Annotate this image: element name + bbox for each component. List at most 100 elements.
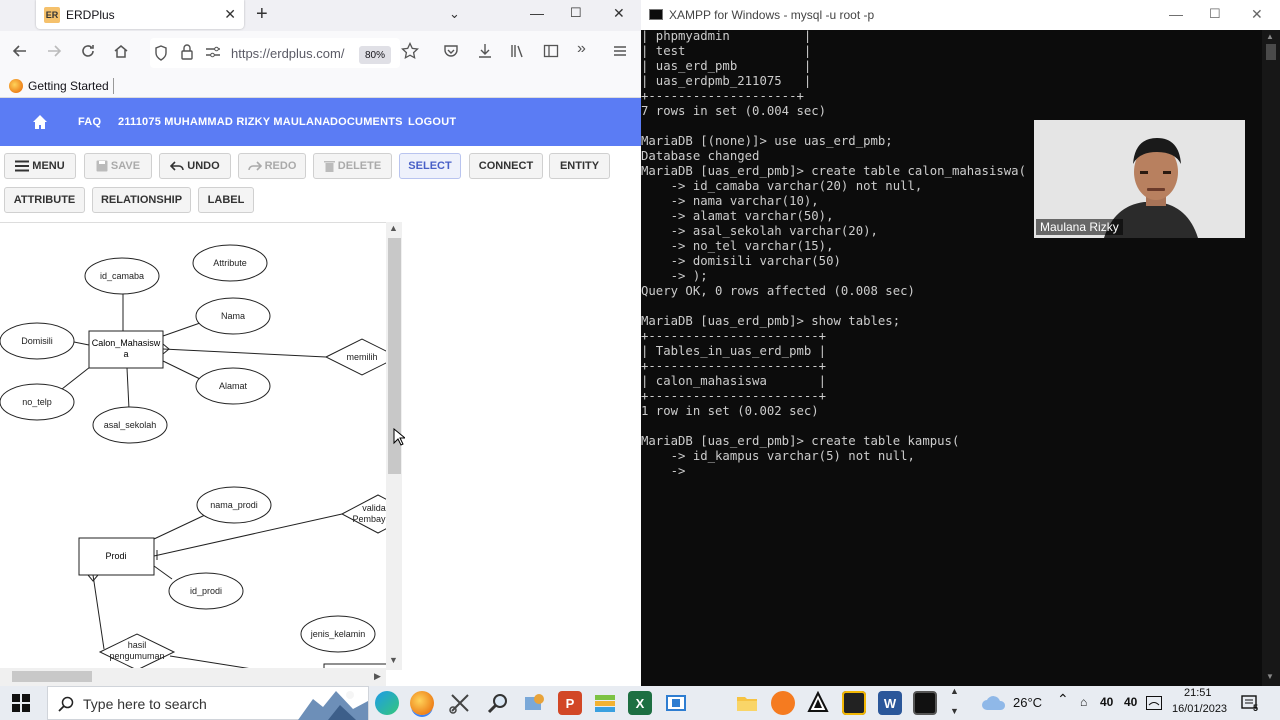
attribute-tool-button[interactable]: ATTRIBUTE	[4, 187, 85, 213]
diagram-canvas[interactable]: Calon_Mahasisw a Prodi id_camaba Attribu…	[0, 222, 400, 670]
entity-prodi[interactable]: Prodi	[78, 537, 155, 576]
forward-arrow-icon[interactable]	[46, 43, 62, 59]
chevron-up-icon[interactable]: ⌃	[1057, 691, 1069, 708]
delete-button[interactable]: DELETE	[313, 153, 392, 179]
entity-tool-button[interactable]: ENTITY	[549, 153, 610, 179]
home-icon[interactable]	[113, 43, 129, 59]
snipping-tool-icon[interactable]	[448, 691, 472, 715]
scroll-down-icon[interactable]: ▼	[389, 655, 398, 665]
attribute-id-prodi[interactable]: id_prodi	[168, 572, 244, 610]
chevron-down-icon[interactable]: ⌄	[449, 6, 460, 22]
terminal-line: | calon_mahasiswa |	[641, 374, 827, 388]
magnifier-icon[interactable]	[486, 691, 510, 715]
word-icon[interactable]: W	[878, 691, 902, 715]
maximize-icon[interactable]: ☐	[570, 5, 582, 21]
excel-icon[interactable]: X	[628, 691, 652, 715]
permissions-icon[interactable]	[205, 45, 221, 59]
wifi-icon[interactable]	[1146, 696, 1162, 710]
sublime-text-icon[interactable]	[842, 691, 866, 715]
webcam-name-label: Maulana Rizky	[1036, 219, 1123, 235]
reload-icon[interactable]	[80, 43, 96, 59]
cloud-weather-icon[interactable]	[981, 695, 1007, 711]
download-icon[interactable]	[477, 43, 493, 59]
clock-time[interactable]: 21:51	[1184, 687, 1212, 699]
library-icon[interactable]	[510, 43, 526, 59]
horizontal-scroll-thumb[interactable]	[12, 671, 92, 682]
maximize-icon[interactable]: ☐	[1209, 6, 1221, 22]
attribute-alamat[interactable]: Alamat	[195, 367, 271, 405]
temperature[interactable]: 26°C	[1013, 695, 1042, 710]
inkscape-icon[interactable]	[806, 691, 830, 715]
sidebar-icon[interactable]	[543, 43, 559, 59]
network-icon[interactable]: ⌂	[1080, 695, 1087, 709]
undo-button[interactable]: UNDO	[159, 153, 231, 179]
menu-button[interactable]: MENU	[4, 153, 76, 179]
tray-badge-2[interactable]: 40	[1124, 695, 1137, 709]
document-viewer-icon[interactable]	[664, 691, 688, 715]
powerpoint-icon[interactable]: P	[558, 691, 582, 715]
lock-icon[interactable]	[181, 44, 193, 60]
nav-documents[interactable]: DOCUMENTS	[330, 116, 403, 128]
terminal-scrollbar[interactable]	[1262, 30, 1280, 686]
chevron-down-icon[interactable]: ▼	[950, 706, 959, 716]
firefox-icon[interactable]	[410, 691, 434, 715]
scroll-up-icon[interactable]: ▲	[389, 223, 398, 233]
attribute-asal-sekolah[interactable]: asal_sekolah	[92, 406, 168, 444]
attribute-nama-prodi[interactable]: nama_prodi	[196, 486, 272, 524]
attribute-id-camaba[interactable]: id_camaba	[84, 257, 160, 295]
save-button[interactable]: SAVE	[84, 153, 152, 179]
terminal-line: 7 rows in set (0.004 sec)	[641, 104, 827, 118]
connect-tool-button[interactable]: CONNECT	[469, 153, 543, 179]
pocket-icon[interactable]	[443, 43, 459, 59]
terminal-scroll-thumb[interactable]	[1266, 44, 1276, 60]
overflow-icon[interactable]: »	[577, 40, 586, 58]
chevron-up-icon[interactable]: ▲	[950, 686, 959, 696]
stack-app-icon[interactable]	[593, 691, 617, 715]
scroll-right-icon[interactable]: ▶	[374, 671, 381, 682]
edge-icon[interactable]	[375, 691, 399, 715]
entity-calon-mahasiswa[interactable]: Calon_Mahasisw a	[88, 330, 164, 369]
shield-icon[interactable]	[154, 45, 168, 61]
scroll-up-icon[interactable]: ▲	[1266, 32, 1274, 41]
nav-faq[interactable]: FAQ	[78, 116, 101, 128]
attribute-no-telp[interactable]: no_telp	[0, 383, 75, 421]
select-tool-button[interactable]: SELECT	[399, 153, 461, 179]
file-explorer-icon[interactable]	[735, 691, 759, 715]
nav-logout[interactable]: LOGOUT	[408, 116, 456, 128]
erdplus-nav: FAQ 2111075 MUHAMMAD RIZKY MAULANA DOCUM…	[0, 98, 641, 146]
tray-badge-1[interactable]: 40	[1100, 695, 1113, 709]
redo-button[interactable]: REDO	[238, 153, 306, 179]
new-tab-icon[interactable]: +	[256, 3, 268, 26]
relationship-tool-button[interactable]: RELATIONSHIP	[92, 187, 191, 213]
attribute-domisili[interactable]: Domisili	[0, 322, 75, 360]
zoom-level[interactable]: 80%	[359, 46, 391, 64]
label-tool-button[interactable]: LABEL	[198, 187, 254, 213]
bookmark-getting-started[interactable]: Getting Started	[28, 79, 109, 93]
close-tab-icon[interactable]: ✕	[224, 6, 236, 23]
taskbar-search-input[interactable]: Type here to search	[47, 686, 369, 720]
terminal-line: MariaDB [uas_erd_pmb]> create table kamp…	[641, 434, 960, 448]
attribute-nama[interactable]: Nama	[195, 297, 271, 335]
xampp-icon[interactable]	[771, 691, 795, 715]
tab-erdplus[interactable]: ER ERDPlus ✕	[36, 0, 244, 29]
star-icon[interactable]	[401, 42, 419, 60]
nav-user[interactable]: 2111075 MUHAMMAD RIZKY MAULANA	[118, 116, 330, 128]
close-window-icon[interactable]: ✕	[1251, 6, 1263, 23]
close-window-icon[interactable]: ✕	[613, 5, 625, 22]
attribute-label: asal_sekolah	[104, 420, 157, 430]
back-arrow-icon[interactable]	[12, 43, 28, 59]
home-icon[interactable]	[32, 114, 48, 130]
minimize-icon[interactable]: —	[530, 5, 544, 21]
attribute-placeholder[interactable]: Attribute	[192, 244, 268, 282]
minimize-icon[interactable]: —	[1169, 6, 1183, 22]
scroll-down-icon[interactable]: ▼	[1266, 672, 1274, 681]
relationship-hasil-pengumuman[interactable]: hasilpengumuman	[98, 633, 176, 670]
attribute-jenis-kelamin[interactable]: jenis_kelamin	[300, 615, 376, 653]
bookmarks-bar: Getting Started	[0, 74, 641, 98]
terminal-line: | Tables_in_uas_erd_pmb |	[641, 344, 827, 358]
windows-start-icon[interactable]	[12, 694, 30, 712]
settings-tool-icon[interactable]	[522, 691, 546, 715]
command-prompt-icon[interactable]	[913, 691, 937, 715]
hamburger-menu-icon[interactable]	[612, 43, 628, 59]
clock-date[interactable]: 16/01/2023	[1172, 703, 1227, 715]
